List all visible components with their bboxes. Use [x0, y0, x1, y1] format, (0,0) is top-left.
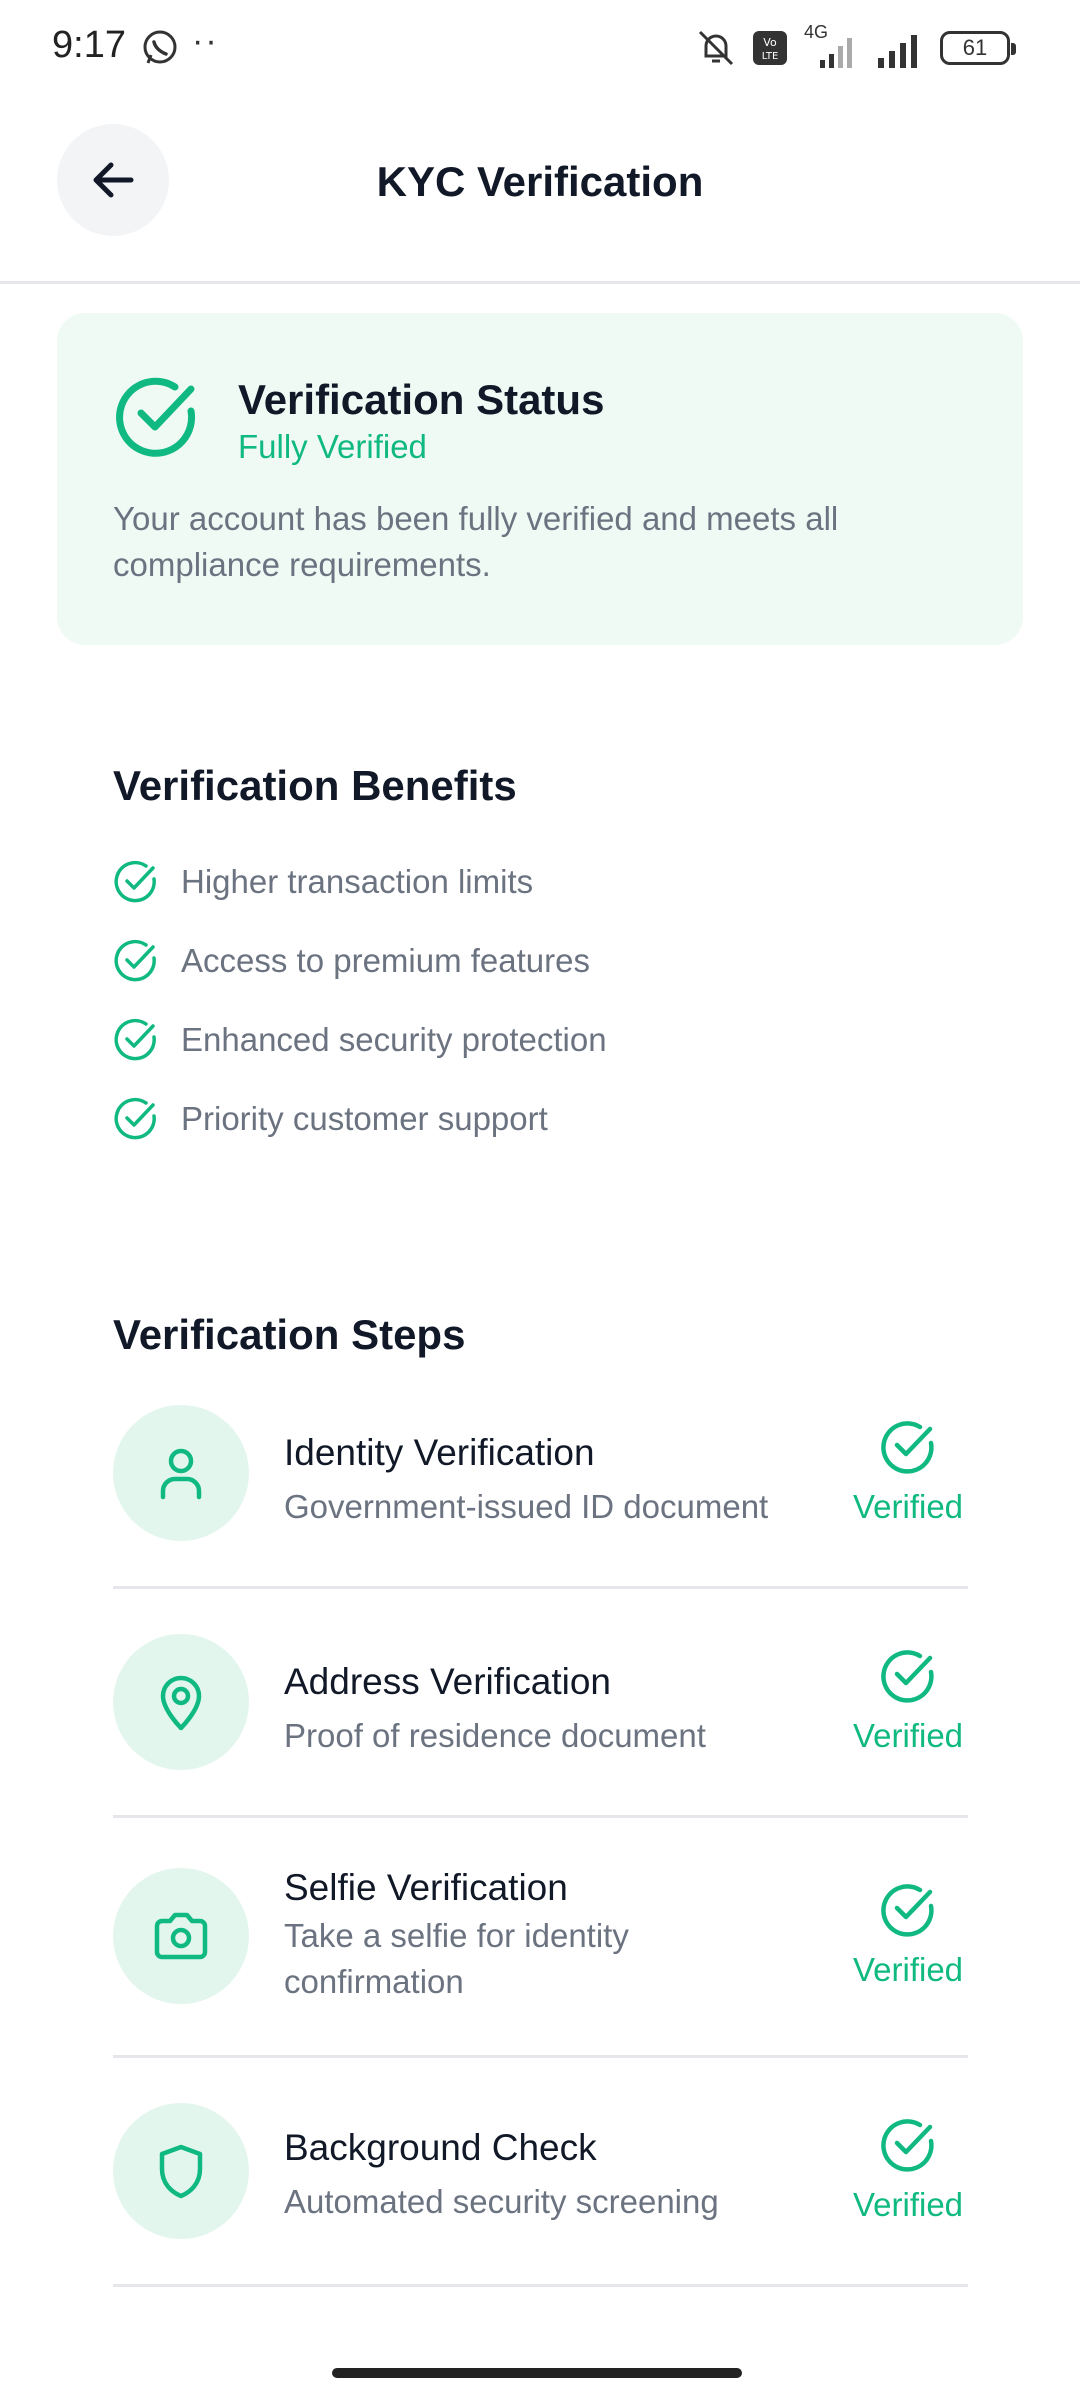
step-title: Address Verification	[284, 1661, 612, 1702]
check-circle-icon	[114, 860, 156, 903]
step-identity[interactable]: Identity Verification Government-issued …	[113, 1403, 968, 1589]
check-circle-icon	[881, 1884, 934, 1937]
check-circle-icon	[881, 2119, 934, 2172]
step-status: Verified	[848, 1881, 968, 1989]
benefits-title: Verification Benefits	[113, 762, 517, 809]
step-icon-bg	[113, 1868, 249, 2004]
step-background-check[interactable]: Background Check Automated security scre…	[113, 2101, 968, 2287]
status-description: Your account has been fully verified and…	[113, 500, 839, 583]
benefit-label: Higher transaction limits	[181, 863, 534, 900]
step-title: Selfie Verification	[284, 1867, 568, 1908]
user-icon	[160, 1448, 202, 1500]
page-title: KYC Verification	[376, 158, 704, 205]
check-circle-icon	[114, 939, 156, 982]
signal-icon-1	[820, 38, 852, 68]
check-circle-icon	[881, 1421, 934, 1474]
step-description: Proof of residence document	[284, 1717, 706, 1754]
status-bar: 9:17 ·· Vo LTE 4G 61	[0, 0, 1080, 96]
benefit-item: Enhanced security protection	[113, 1015, 607, 1065]
check-circle-icon	[114, 1018, 156, 1061]
benefit-item: Priority customer support	[113, 1094, 548, 1144]
status-title: Verification Status	[238, 376, 605, 423]
map-pin-icon	[160, 1675, 202, 1731]
step-status: Verified	[848, 1647, 968, 1755]
home-indicator[interactable]	[332, 2368, 742, 2378]
step-status: Verified	[848, 1418, 968, 1526]
svg-text:Vo: Vo	[763, 36, 777, 49]
volte-icon: Vo LTE	[753, 31, 787, 65]
camera-icon	[154, 1912, 208, 1960]
signal-icon	[878, 35, 917, 68]
check-circle-icon	[114, 1097, 156, 1140]
whatsapp-icon	[143, 30, 177, 64]
status-time: 9:17	[52, 24, 126, 66]
step-status-label: Verified	[852, 1488, 964, 1525]
step-status-label: Verified	[852, 2186, 964, 2223]
step-address[interactable]: Address Verification Proof of residence …	[113, 1632, 968, 1818]
shield-icon	[159, 2144, 203, 2199]
check-circle-icon	[116, 377, 196, 457]
mute-icon	[698, 30, 734, 66]
step-icon-bg	[113, 2103, 249, 2239]
steps-title: Verification Steps	[113, 1311, 466, 1358]
benefit-label: Access to premium features	[181, 942, 590, 979]
battery-level: 61	[962, 35, 988, 60]
verification-status-card: Verification Status Fully Verified Your …	[57, 313, 1023, 645]
svg-text:LTE: LTE	[762, 51, 779, 62]
step-icon-bg	[113, 1634, 249, 1770]
benefit-label: Enhanced security protection	[181, 1021, 607, 1058]
battery-icon: 61	[940, 31, 1016, 65]
step-description: Automated security screening	[284, 2183, 719, 2220]
step-title: Identity Verification	[284, 1432, 595, 1473]
step-icon-bg	[113, 1405, 249, 1541]
step-status-label: Verified	[852, 1717, 964, 1754]
check-circle-icon	[881, 1650, 934, 1703]
benefit-item: Access to premium features	[113, 936, 590, 986]
status-subtitle: Fully Verified	[238, 428, 427, 465]
step-title: Background Check	[284, 2127, 597, 2168]
status-dots: ··	[192, 22, 219, 60]
app-header: KYC Verification	[0, 96, 1080, 284]
step-description: Take a selfie for identity confirmation	[284, 1917, 629, 2000]
step-status-label: Verified	[852, 1951, 964, 1988]
step-description: Government-issued ID document	[284, 1488, 769, 1525]
step-selfie[interactable]: Selfie Verification Take a selfie for id…	[113, 1861, 968, 2058]
step-status: Verified	[848, 2116, 968, 2224]
benefit-label: Priority customer support	[181, 1100, 548, 1137]
network-indicator: 4G	[802, 22, 862, 70]
benefit-item: Higher transaction limits	[113, 857, 533, 907]
